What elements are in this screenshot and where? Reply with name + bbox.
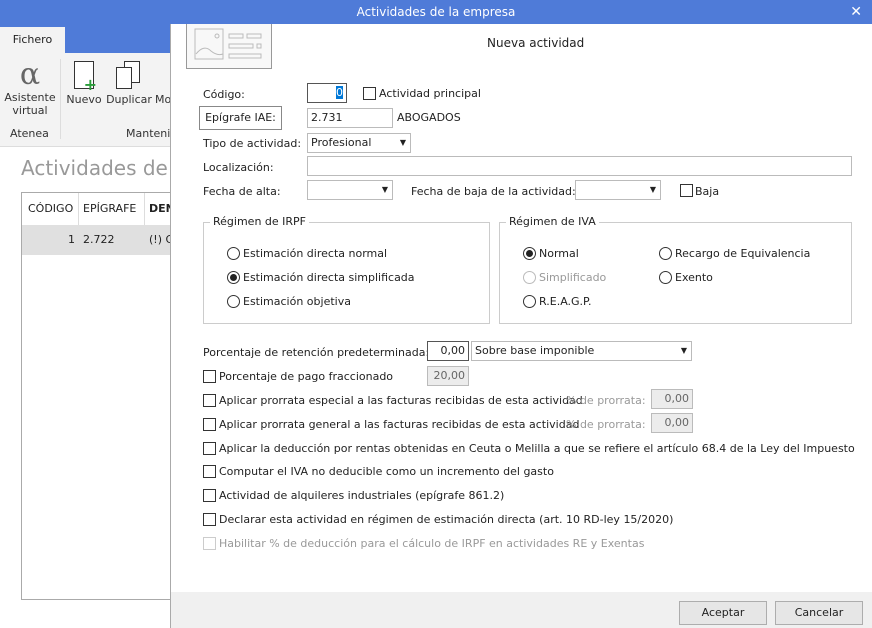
tipo-actividad-select[interactable]: Profesional ▼ xyxy=(307,133,411,153)
chevron-down-icon: ▼ xyxy=(680,346,687,355)
nuevo-button[interactable]: + Nuevo xyxy=(66,61,102,106)
modificar-button[interactable]: Mo xyxy=(155,93,171,106)
label: Duplicar xyxy=(106,93,152,106)
regimen-iva-group: Régimen de IVA Normal Simplificado R.E.A… xyxy=(499,215,852,324)
iva-no-deducible-label: Computar el IVA no deducible como un inc… xyxy=(219,465,554,478)
prorrata-especial-label: Aplicar prorrata especial a las facturas… xyxy=(219,394,583,407)
page-title: Actividades de la xyxy=(21,156,193,180)
radio-label: Recargo de Equivalencia xyxy=(675,247,811,260)
radio-recargo-equivalencia[interactable] xyxy=(659,247,672,260)
baja-label: Baja xyxy=(695,185,720,198)
alpha-icon: α xyxy=(19,57,41,92)
close-icon[interactable]: ✕ xyxy=(850,0,862,24)
dialog-footer: Aceptar Cancelar xyxy=(171,592,872,628)
codigo-value: 0 xyxy=(336,86,343,99)
group-mantenimiento: Manteni xyxy=(126,127,171,140)
prorrata-especial-checkbox[interactable] xyxy=(203,394,216,407)
habilitar-deduccion-label: Habilitar % de deducción para el cálculo… xyxy=(219,537,645,550)
ceuta-melilla-label: Aplicar la deducción por rentas obtenida… xyxy=(219,442,855,455)
new-document-icon: + xyxy=(74,61,97,93)
codigo-label: Código: xyxy=(203,88,245,101)
epigrafe-description: ABOGADOS xyxy=(397,111,461,124)
habilitar-deduccion-checkbox[interactable] xyxy=(203,537,216,550)
prorrata-general-label: Aplicar prorrata general a las facturas … xyxy=(219,418,580,431)
column-header-epigrafe[interactable]: EPÍGRAFE xyxy=(79,193,145,225)
iva-no-deducible-checkbox[interactable] xyxy=(203,465,216,478)
tipo-actividad-label: Tipo de actividad: xyxy=(203,137,302,150)
chevron-down-icon: ▼ xyxy=(381,185,388,194)
aceptar-button[interactable]: Aceptar xyxy=(679,601,767,625)
fecha-baja-label: Fecha de baja de la actividad: xyxy=(411,185,576,198)
radio-label: Exento xyxy=(675,271,713,284)
asistente-virtual-button[interactable]: α Asistente virtual xyxy=(4,57,56,118)
fecha-alta-label: Fecha de alta: xyxy=(203,185,281,198)
radio-label: Estimación objetiva xyxy=(243,295,351,308)
pago-fraccionado-checkbox[interactable] xyxy=(203,370,216,383)
alquileres-checkbox[interactable] xyxy=(203,489,216,502)
codigo-input[interactable]: 0 xyxy=(307,83,347,103)
label: virtual xyxy=(12,104,48,117)
fecha-alta-picker[interactable]: ▼ xyxy=(307,180,393,200)
actividad-principal-checkbox[interactable] xyxy=(363,87,376,100)
activities-table: CÓDIGO EPÍGRAFE DEN 1 2.722 (!) G xyxy=(21,192,185,600)
radio-simplificado[interactable] xyxy=(523,271,536,284)
estimacion-directa-label: Declarar esta actividad en régimen de es… xyxy=(219,513,674,526)
column-header-codigo[interactable]: CÓDIGO xyxy=(22,193,79,225)
fecha-baja-picker[interactable]: ▼ xyxy=(575,180,661,200)
dialog-title: Nueva actividad xyxy=(487,36,585,50)
prorrata-general-input[interactable]: 0,00 xyxy=(651,413,693,433)
selected-value: Sobre base imponible xyxy=(475,344,595,357)
prorrata-general-checkbox[interactable] xyxy=(203,418,216,431)
radio-estimacion-objetiva[interactable] xyxy=(227,295,240,308)
radio-label: Estimación directa normal xyxy=(243,247,388,260)
epigrafe-iae-button[interactable]: Epígrafe IAE: xyxy=(199,106,282,130)
localizacion-input[interactable] xyxy=(307,156,852,176)
duplicate-icon xyxy=(116,61,142,89)
radio-label: Simplificado xyxy=(539,271,607,284)
group-title: Régimen de IRPF xyxy=(210,215,310,228)
chevron-down-icon: ▼ xyxy=(649,185,656,194)
group-title: Régimen de IVA xyxy=(506,215,599,228)
chevron-down-icon: ▼ xyxy=(399,138,406,147)
label: Nuevo xyxy=(66,93,102,106)
title-bar: Actividades de la empresa xyxy=(0,0,872,24)
image-placeholder-icon xyxy=(186,24,272,69)
prorrata-pct-label: % de prorrata: xyxy=(566,418,646,431)
cell-codigo: 1 xyxy=(68,233,75,246)
radio-estimacion-directa-normal[interactable] xyxy=(227,247,240,260)
prorrata-pct-label: % de prorrata: xyxy=(566,394,646,407)
radio-label: Normal xyxy=(539,247,579,260)
radio-exento[interactable] xyxy=(659,271,672,284)
regimen-irpf-group: Régimen de IRPF Estimación directa norma… xyxy=(203,215,490,324)
window-title: Actividades de la empresa xyxy=(356,5,516,19)
cancelar-button[interactable]: Cancelar xyxy=(775,601,863,625)
retencion-label: Porcentaje de retención predeterminada: xyxy=(203,346,430,359)
prorrata-especial-input[interactable]: 0,00 xyxy=(651,389,693,409)
duplicar-button[interactable]: Duplicar xyxy=(106,61,152,106)
nueva-actividad-dialog: Nueva actividad Código: 0 Actividad prin… xyxy=(170,24,872,628)
retencion-base-select[interactable]: Sobre base imponible ▼ xyxy=(471,341,692,361)
group-atenea: Atenea xyxy=(10,127,49,140)
pago-fraccionado-input[interactable]: 20,00 xyxy=(427,366,469,386)
radio-label: R.E.A.G.P. xyxy=(539,295,592,308)
radio-label: Estimación directa simplificada xyxy=(243,271,415,284)
retencion-input[interactable]: 0,00 xyxy=(427,341,469,361)
radio-normal[interactable] xyxy=(523,247,536,260)
table-row[interactable]: 1 2.722 (!) G xyxy=(22,225,182,255)
label: Asistente xyxy=(4,91,56,104)
selected-value: Profesional xyxy=(311,136,372,149)
cell-epigrafe: 2.722 xyxy=(83,233,115,246)
divider xyxy=(60,59,61,139)
actividad-principal-label: Actividad principal xyxy=(379,87,481,100)
alquileres-label: Actividad de alquileres industriales (ep… xyxy=(219,489,505,502)
estimacion-directa-checkbox[interactable] xyxy=(203,513,216,526)
tab-fichero[interactable]: Fichero xyxy=(0,27,65,53)
ceuta-melilla-checkbox[interactable] xyxy=(203,442,216,455)
radio-reagp[interactable] xyxy=(523,295,536,308)
localizacion-label: Localización: xyxy=(203,161,274,174)
epigrafe-input[interactable]: 2.731 xyxy=(307,108,393,128)
baja-checkbox[interactable] xyxy=(680,184,693,197)
pago-fraccionado-label: Porcentaje de pago fraccionado xyxy=(219,370,394,383)
radio-estimacion-directa-simplificada[interactable] xyxy=(227,271,240,284)
